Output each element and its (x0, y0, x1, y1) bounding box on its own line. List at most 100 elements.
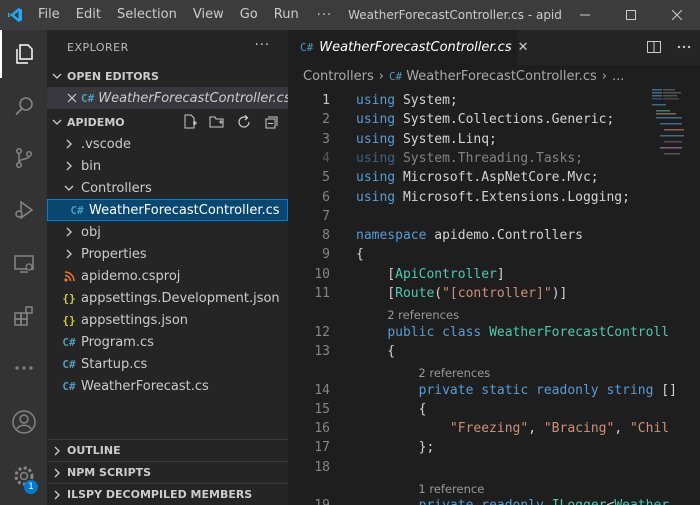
close-window-button[interactable] (654, 0, 700, 30)
tree-file-item[interactable]: C# WeatherForecast.cs (47, 375, 288, 397)
code-token: System; (402, 93, 458, 108)
extensions-activity-button[interactable] (0, 292, 47, 340)
collapse-all-button[interactable] (262, 113, 280, 131)
search-activity-button[interactable] (0, 82, 47, 130)
open-editors-header[interactable]: OPEN EDITORS (47, 65, 288, 87)
breadcrumb-file[interactable]: WeatherForecastController.cs (406, 69, 597, 84)
minimap[interactable] (650, 87, 686, 157)
line-number: 3 (322, 131, 330, 147)
maximize-button[interactable] (608, 0, 654, 30)
window-controls (562, 0, 700, 30)
codelens-label[interactable]: 1 reference (418, 482, 484, 496)
code-text: using System; (356, 93, 458, 108)
menu-view[interactable]: View (185, 0, 232, 30)
tree-file-item[interactable]: {} appsettings.json (47, 309, 288, 331)
more-views-button[interactable] (0, 344, 47, 392)
chevron-right-icon (61, 161, 77, 171)
tree-folder-item[interactable]: Controllers (47, 177, 288, 199)
new-folder-button[interactable] (208, 113, 226, 131)
code-token: "Bracing" (543, 421, 615, 437)
code-token: , (614, 421, 630, 437)
tree-file-item[interactable]: apidemo.csproj (47, 265, 288, 287)
code-text: { (356, 344, 395, 359)
tree-folder-item[interactable]: obj (47, 221, 288, 243)
sidebar-more-button[interactable]: ··· (255, 38, 270, 53)
project-header[interactable]: APIDEMO (47, 111, 288, 133)
source-control-icon (15, 147, 32, 169)
csharp-file-icon: C# (62, 357, 76, 371)
ellipsis-icon (14, 366, 33, 370)
csharp-file-icon: C# (81, 91, 95, 105)
npm-scripts-header[interactable]: NPM SCRIPTS (47, 461, 288, 483)
menu-edit[interactable]: Edit (68, 0, 109, 30)
code-line: 7 (288, 209, 700, 228)
explorer-activity-button[interactable] (0, 30, 47, 78)
refresh-button[interactable] (235, 113, 253, 131)
editor-tab[interactable]: C# WeatherForecastController.cs ✕ (288, 30, 529, 65)
minimize-icon (580, 14, 590, 16)
editor-scrollbar[interactable] (686, 87, 700, 505)
debug-icon (14, 200, 33, 220)
codelens-label[interactable]: 2 references (387, 308, 459, 322)
manage-settings-button[interactable]: 1 (0, 452, 47, 500)
file-tree: .vscode bin Controllers C# WeatherForecastCo… (47, 133, 288, 397)
editor-more-button[interactable] (676, 39, 692, 59)
split-editor-button[interactable] (646, 39, 662, 59)
code-line: 19 private readonly ILogger<Weather (288, 498, 700, 505)
outline-header[interactable]: OUTLINE (47, 439, 288, 461)
run-debug-activity-button[interactable] (0, 186, 47, 234)
tree-item-label: appsettings.json (81, 312, 189, 328)
code-token: using (356, 131, 396, 147)
code-line: 15 { (288, 402, 700, 421)
menu-file[interactable]: File (30, 0, 68, 30)
code-token: System.Collections.Generic; (402, 112, 615, 128)
breadcrumb-folder[interactable]: Controllers (303, 69, 374, 84)
tree-item-label: apidemo.csproj (81, 268, 181, 284)
menu-run[interactable]: Run (266, 0, 307, 30)
explorer-sidebar: EXPLORER ··· OPEN EDITORS C# WeatherFore… (47, 30, 288, 505)
open-editor-item[interactable]: C# WeatherForecastController.cs... (47, 87, 288, 109)
source-control-activity-button[interactable] (0, 134, 47, 182)
editor-tabs: C# WeatherForecastController.cs ✕ (288, 30, 700, 65)
code-line: 6 using Microsoft.Extensions.Logging; (288, 190, 700, 209)
menu-more-button[interactable]: ··· (307, 8, 342, 23)
code-editor[interactable]: 1 using System; 2 using System.Collections.… (288, 87, 700, 505)
new-file-button[interactable] (181, 113, 199, 131)
csharp-file-icon: C# (300, 41, 314, 54)
line-number: 12 (314, 324, 330, 340)
codelens-references: 1 reference (288, 479, 700, 498)
code-token: using (356, 170, 396, 186)
ellipsis-icon (677, 45, 691, 49)
tree-file-item[interactable]: {} appsettings.Development.json (47, 287, 288, 309)
code-line: 10 [ApiController] (288, 267, 700, 286)
remote-explorer-activity-button[interactable] (0, 240, 47, 288)
new-file-icon (184, 114, 197, 129)
breadcrumb-symbol[interactable]: ... (612, 69, 624, 84)
tree-file-item[interactable]: C# Startup.cs (47, 353, 288, 375)
code-token: { (356, 343, 396, 359)
chevron-right-icon (47, 446, 67, 456)
line-number: 8 (322, 228, 330, 244)
menu-selection[interactable]: Selection (109, 0, 185, 30)
tree-folder-item[interactable]: .vscode (47, 133, 288, 155)
minimize-button[interactable] (562, 0, 608, 30)
menu-go[interactable]: Go (232, 0, 266, 30)
tree-folder-item[interactable]: Properties (47, 243, 288, 265)
tree-item-label: bin (81, 158, 102, 174)
tree-folder-item[interactable]: bin (47, 155, 288, 177)
code-token: , (528, 421, 544, 437)
ilspy-members-header[interactable]: ILSPY DECOMPILED MEMBERS (47, 483, 288, 505)
activity-bar: 1 (0, 30, 47, 505)
close-editor-icon[interactable] (67, 93, 77, 103)
accounts-button[interactable] (0, 398, 47, 446)
codelens-label[interactable]: 2 references (418, 366, 490, 380)
tree-file-item[interactable]: C# Program.cs (47, 331, 288, 353)
project-file-icon (61, 270, 77, 282)
open-editors-label: OPEN EDITORS (67, 69, 159, 83)
tree-file-item[interactable]: C# WeatherForecastController.cs (47, 199, 288, 221)
code-token: System.Threading.Tasks; (402, 150, 583, 166)
code-text: "Freezing", "Bracing", "Chil (356, 421, 669, 436)
line-number: 2 (322, 112, 330, 128)
code-token: [] (661, 382, 677, 398)
close-tab-button[interactable]: ✕ (518, 40, 529, 55)
